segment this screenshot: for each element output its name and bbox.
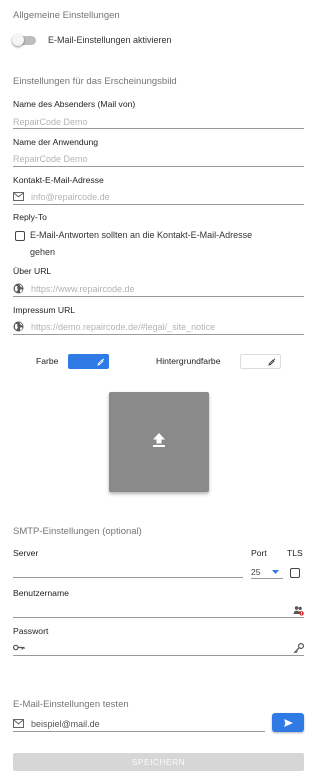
port-label: Port [251,548,267,558]
username-label: Benutzername [13,588,69,598]
app-name-label: Name der Anwendung [13,137,99,147]
chevron-down-icon[interactable] [271,569,280,575]
toggle-knob [12,34,24,46]
app-name-input[interactable]: RepairCode Demo [13,154,88,164]
server-input[interactable] [13,561,243,577]
about-url-input[interactable]: https://www.repaircode.de [31,284,135,294]
smtp-section-title: SMTP-Einstellungen (optional) [13,526,142,537]
test-email-underline [13,731,265,732]
upload-icon [152,432,166,453]
color-picker[interactable] [68,354,109,369]
eyedropper-icon [268,353,276,371]
reply-to-checkbox-label-line1: E-Mail-Antworten sollten an die Kontakt-… [30,230,253,240]
password-visibility-icon[interactable] [292,642,304,654]
contact-email-label: Kontakt-E-Mail-Adresse [13,175,104,185]
reply-to-label: Reply-To [13,212,47,222]
email-enable-toggle[interactable] [12,34,38,48]
user-icon [293,605,304,616]
send-icon [283,714,293,732]
password-input[interactable] [30,639,288,655]
imprint-url-underline [13,334,304,335]
password-label: Passwort [13,626,49,636]
general-section-title: Allgemeine Einstellungen [13,10,120,21]
tls-checkbox[interactable] [290,568,300,578]
contact-email-underline [13,204,304,205]
imprint-url-label: Impressum URL [13,305,76,315]
server-label: Server [13,548,39,558]
tls-label: TLS [287,548,303,558]
globe-icon [13,283,24,294]
reply-to-checkbox-label-line2: gehen [30,247,56,257]
save-button[interactable]: SPEICHERN [13,753,304,771]
contact-email-input[interactable]: info@repaircode.de [31,192,110,202]
send-test-button[interactable] [272,713,304,732]
imprint-url-input[interactable]: https://demo.repaircode.de/#legal/_site_… [31,322,215,332]
eyedropper-icon [97,353,105,371]
test-email-input[interactable]: beispiel@mail.de [31,719,100,729]
server-underline [13,577,243,578]
username-input[interactable] [13,601,291,617]
test-section-title: E-Mail-Einstellungen testen [13,699,129,710]
mail-icon [13,718,24,728]
about-url-underline [13,296,304,297]
appearance-section-title: Einstellungen für das Erscheinungsbild [13,76,177,87]
sender-name-underline [13,128,304,129]
port-select-value[interactable]: 25 [251,567,261,577]
sender-name-input[interactable]: RepairCode Demo [13,117,88,127]
port-underline [251,578,283,579]
email-enable-label: E-Mail-Einstellungen aktivieren [48,35,172,45]
app-name-underline [13,166,304,167]
bg-color-label: Hintergrundfarbe [156,356,221,366]
sender-name-label: Name des Absenders (Mail von) [13,99,136,109]
logo-upload-button[interactable] [109,392,209,492]
password-underline [13,655,304,656]
about-url-label: Über URL [13,266,52,276]
globe-icon [13,321,24,332]
mail-icon [13,191,24,201]
bg-color-picker[interactable] [240,354,281,369]
reply-to-checkbox[interactable] [15,231,25,241]
username-underline [13,617,304,618]
key-icon [13,643,25,651]
color-label: Farbe [36,356,59,366]
